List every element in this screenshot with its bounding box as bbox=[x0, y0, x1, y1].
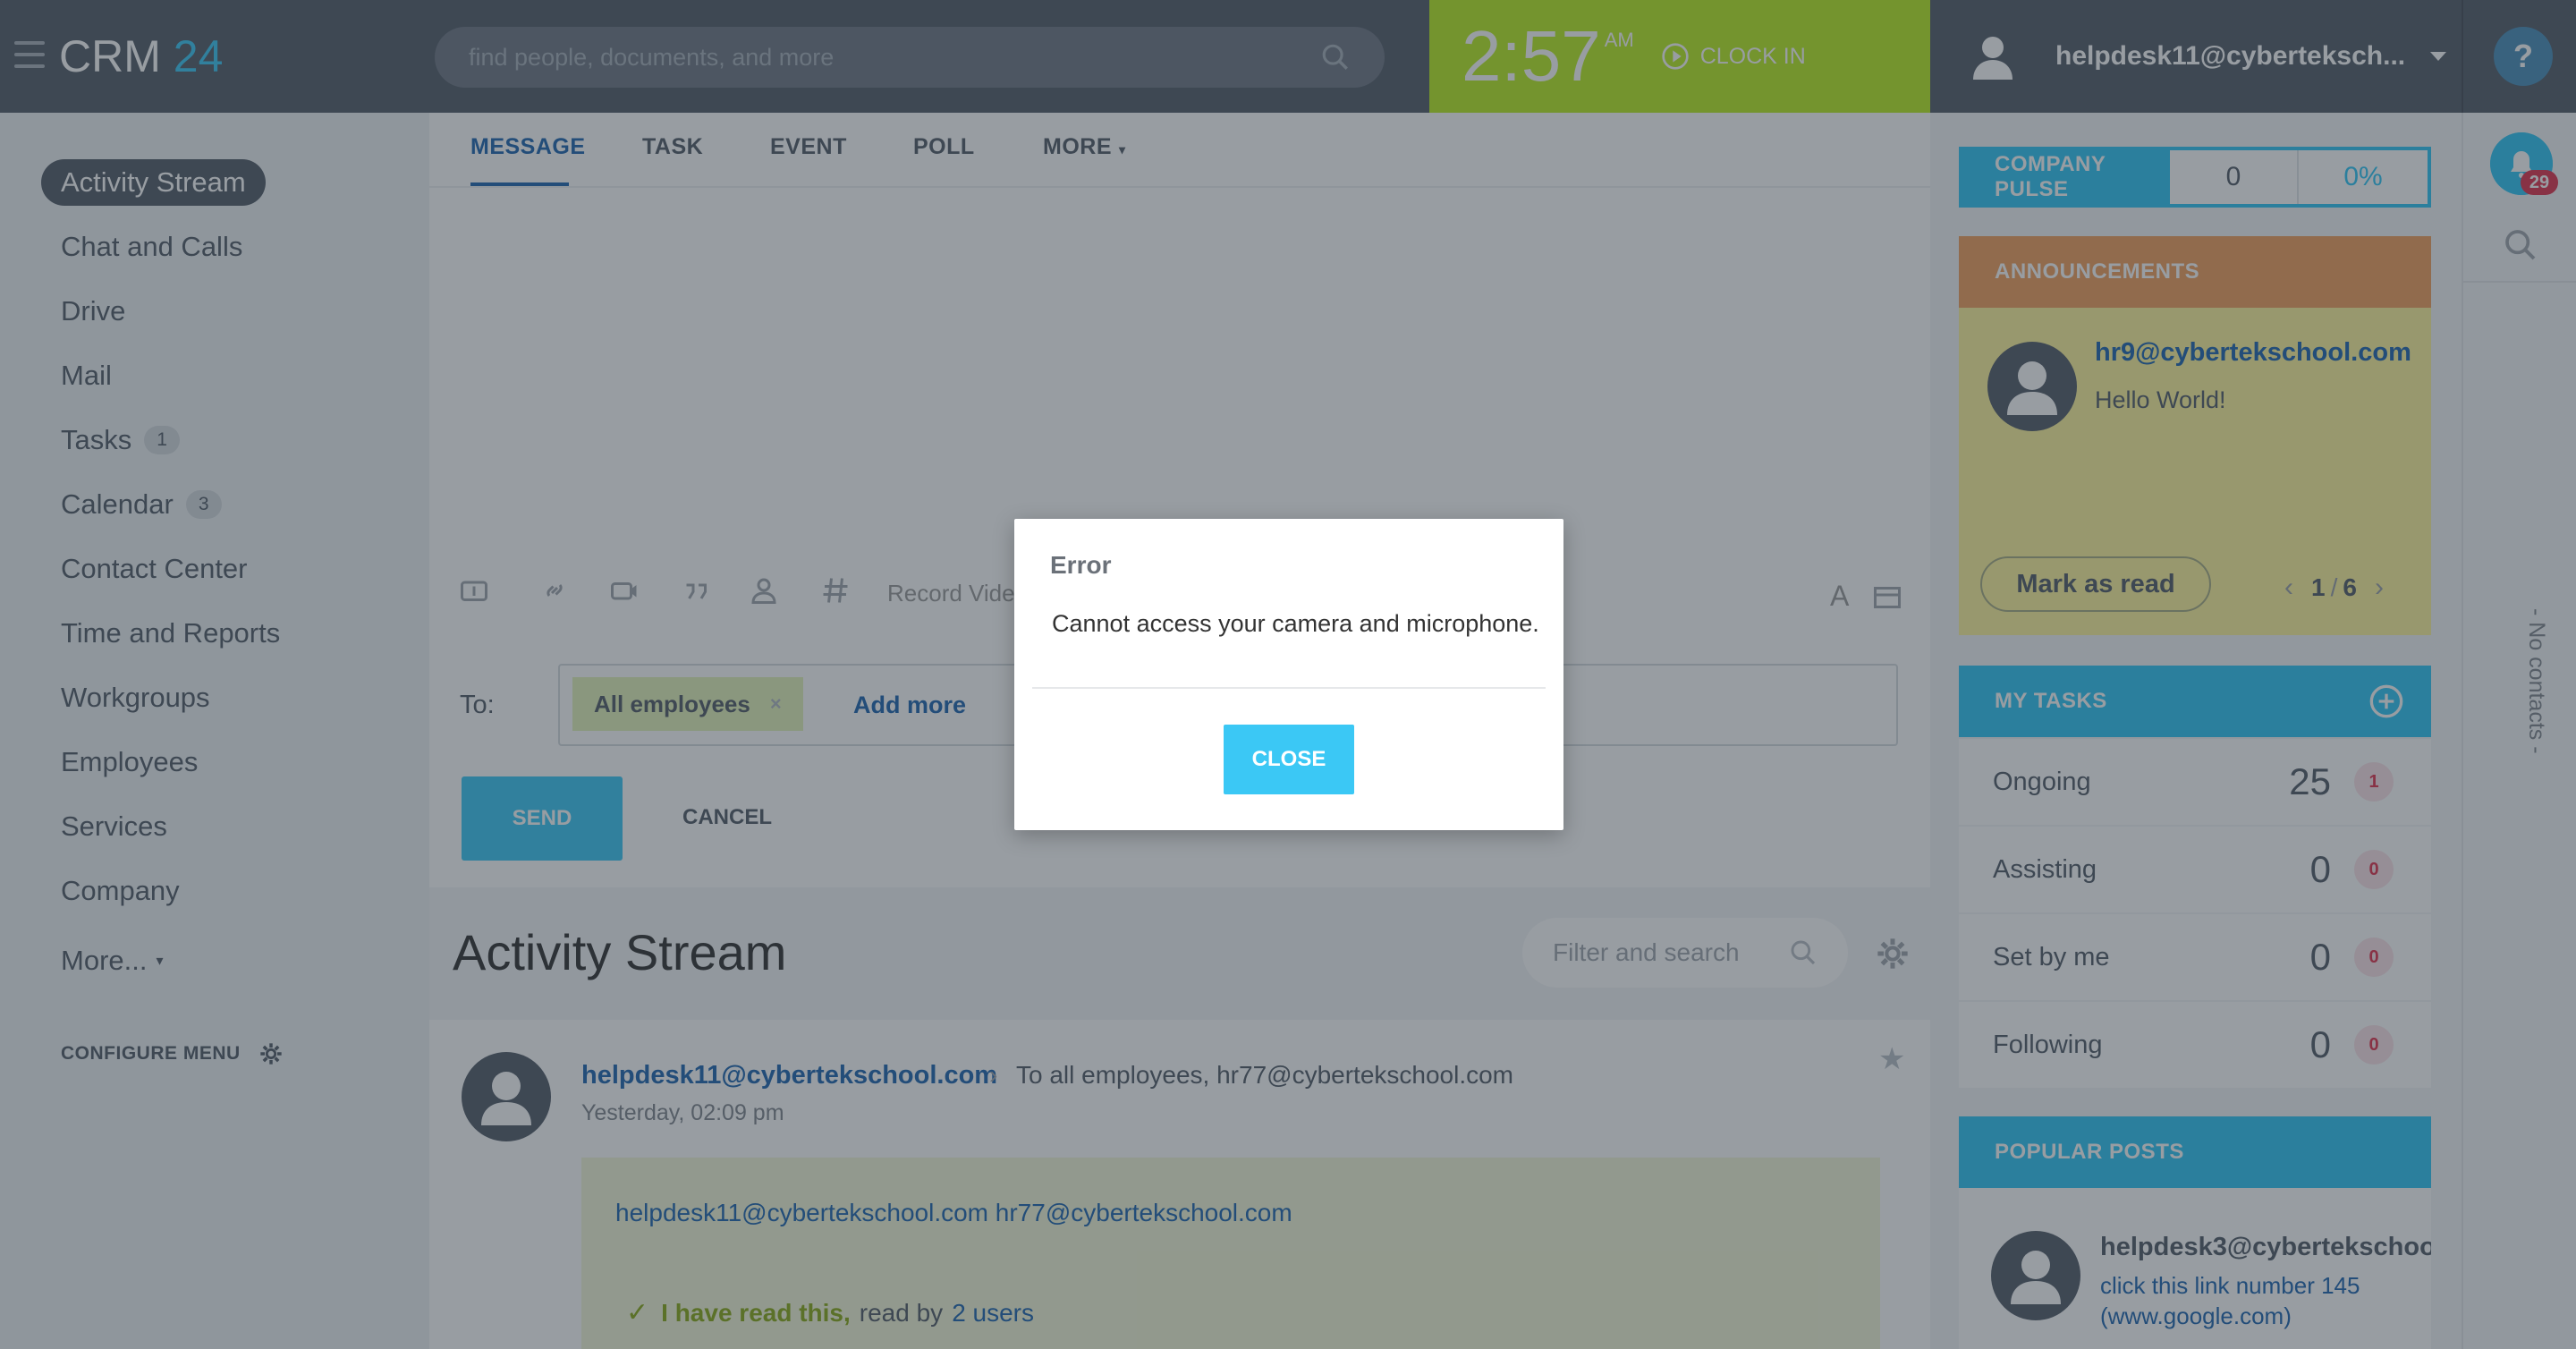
close-button[interactable]: CLOSE bbox=[1224, 725, 1354, 794]
dialog-divider bbox=[1032, 687, 1546, 689]
dialog-message: Cannot access your camera and microphone… bbox=[1052, 610, 1539, 637]
dialog-title: Error bbox=[1050, 551, 1112, 579]
